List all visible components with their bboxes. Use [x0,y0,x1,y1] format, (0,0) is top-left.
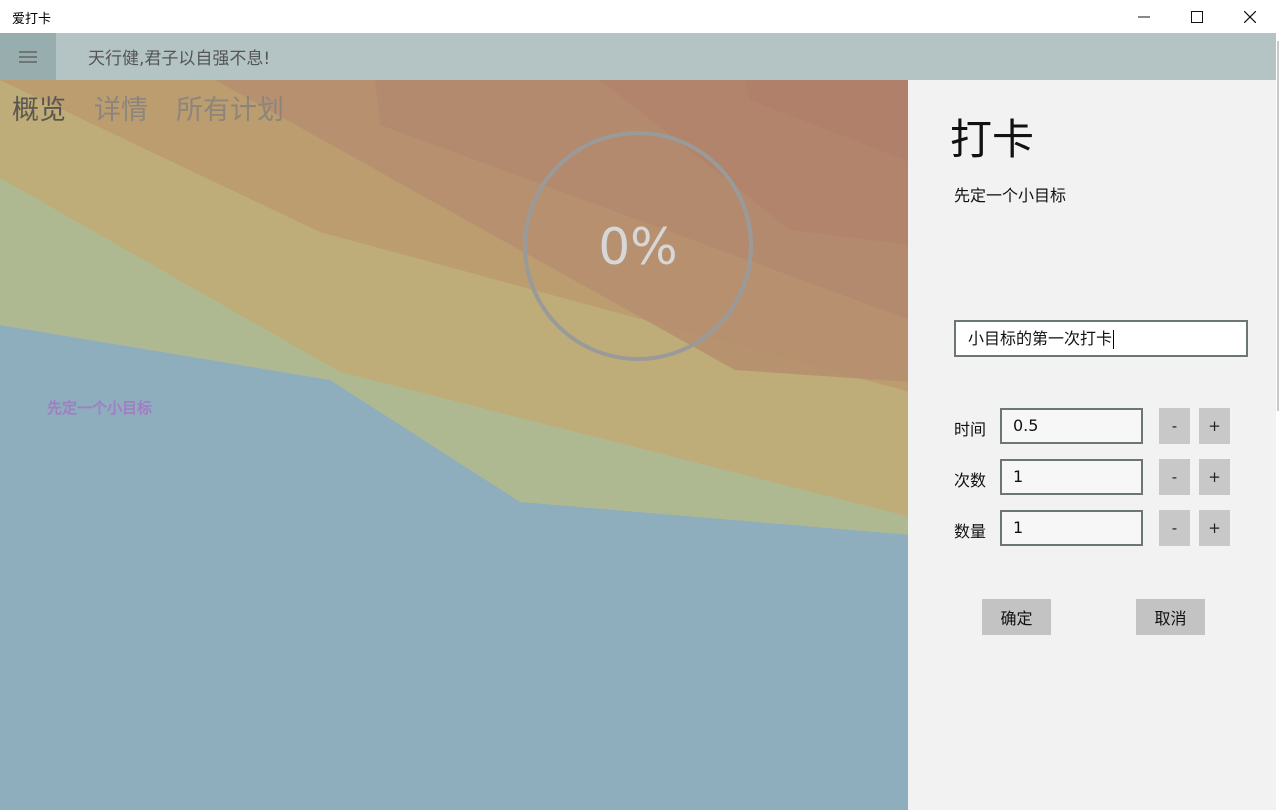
app-bar: 天行健,君子以自强不息! [0,33,1276,80]
minimize-icon [1138,16,1150,17]
progress-percent: 0% [598,218,678,276]
time-minus-button[interactable]: - [1159,408,1190,444]
motto-text: 天行健,君子以自强不息! [88,49,271,69]
window-scrollbar[interactable] [1276,33,1280,810]
maximize-button[interactable] [1171,0,1223,33]
scrollbar-thumb[interactable] [1277,41,1279,411]
hamburger-menu-button[interactable] [0,33,56,80]
confirm-button[interactable]: 确定 [982,599,1051,635]
tab-all-plans[interactable]: 所有计划 [176,88,284,127]
maximize-icon [1191,10,1203,23]
field-row-time: 时间 0.5 - + [954,408,1244,446]
time-plus-button[interactable]: + [1199,408,1230,444]
tab-details[interactable]: 详情 [94,88,148,127]
window-titlebar: 爱打卡 [0,0,1280,33]
field-row-quantity: 数量 1 - + [954,510,1244,548]
panel-goal-name: 先定一个小目标 [954,186,1067,205]
cancel-button[interactable]: 取消 [1136,599,1205,635]
time-label: 时间 [954,420,987,439]
text-caret [1113,330,1115,349]
field-row-count: 次数 1 - + [954,459,1244,497]
count-minus-button[interactable]: - [1159,459,1190,495]
tab-strip: 概览 详情 所有计划 [12,88,284,127]
panel-title: 打卡 [950,115,1035,164]
checkin-note-input[interactable]: 小目标的第一次打卡 [954,320,1248,357]
checkin-note-value: 小目标的第一次打卡 [968,329,1113,348]
count-label: 次数 [954,471,987,490]
close-icon [1244,10,1256,23]
goal-label[interactable]: 先定一个小目标 [47,397,152,418]
close-button[interactable] [1224,0,1276,33]
tab-overview[interactable]: 概览 [12,88,66,127]
progress-ring: 0% [522,130,754,362]
checkin-panel: 打卡 先定一个小目标 小目标的第一次打卡 时间 0.5 - + 次数 1 - +… [908,80,1276,810]
count-input[interactable]: 1 [1000,459,1143,495]
overview-area: 概览 详情 所有计划 0% 先定一个小目标 [0,80,908,810]
quantity-input[interactable]: 1 [1000,510,1143,546]
time-input[interactable]: 0.5 [1000,408,1143,444]
quantity-minus-button[interactable]: - [1159,510,1190,546]
app-title: 爱打卡 [12,12,52,27]
quantity-plus-button[interactable]: + [1199,510,1230,546]
hamburger-menu-icon [19,50,37,63]
background-bands [0,80,908,810]
minimize-button[interactable] [1118,0,1170,33]
quantity-label: 数量 [954,522,987,541]
count-plus-button[interactable]: + [1199,459,1230,495]
